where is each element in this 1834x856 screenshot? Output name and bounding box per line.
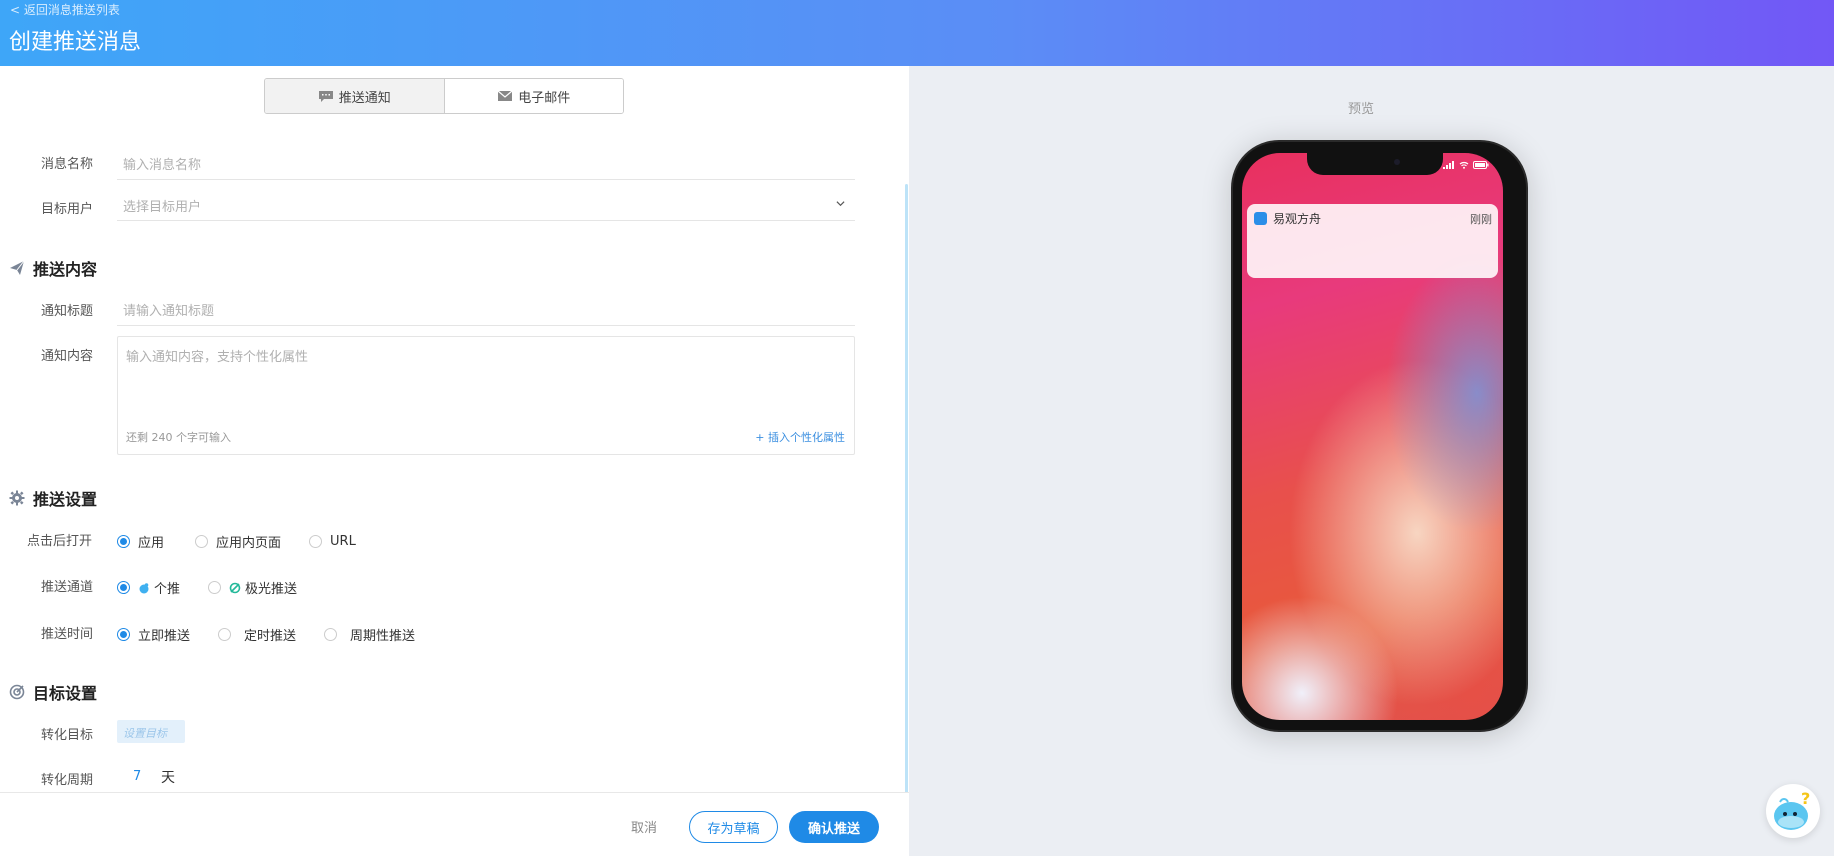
radio-dot[interactable] <box>117 535 130 548</box>
radio-dot[interactable] <box>208 581 222 594</box>
signal-icon <box>1443 161 1454 169</box>
jpush-icon <box>229 582 241 593</box>
target-settings-title: 目标设置 <box>33 684 98 703</box>
wifi-icon <box>1459 161 1469 169</box>
gear-icon <box>9 490 25 506</box>
send-icon <box>10 260 25 275</box>
preview-panel: 预览 易观方舟 刚刚 <box>909 66 1834 856</box>
message-name-label: 消息名称 <box>41 157 94 172</box>
confirm-push-button[interactable]: 确认推送 <box>789 811 879 843</box>
radio-label: 极光推送 <box>245 582 298 597</box>
push-time-label: 推送时间 <box>41 627 94 642</box>
status-bar <box>1443 161 1489 169</box>
radio-time-immediate[interactable]: 立即推送 <box>117 625 190 644</box>
save-draft-button[interactable]: 存为草稿 <box>689 811 778 843</box>
tab-push-notification[interactable]: 推送通知 <box>265 79 444 113</box>
target-users-placeholder: 选择目标用户 <box>123 200 202 215</box>
mail-icon <box>497 90 513 101</box>
form-footer: 取消 存为草稿 确认推送 <box>0 792 909 856</box>
radio-label: 应用内页面 <box>216 536 282 551</box>
radio-channel-jpush[interactable]: 极光推送 <box>208 578 297 597</box>
target-users-label: 目标用户 <box>41 202 94 217</box>
notif-body-label: 通知内容 <box>41 349 94 364</box>
help-assistant-button[interactable]: ? <box>1766 784 1820 838</box>
char-count: 还剩 240 个字可输入 <box>126 431 231 444</box>
getui-icon <box>139 582 149 593</box>
phone-screen: 易观方舟 刚刚 <box>1242 153 1503 720</box>
notif-body-textarea[interactable]: 输入通知内容，支持个性化属性 还剩 240 个字可输入 + 插入个性化属性 <box>117 336 855 455</box>
radio-dot[interactable] <box>309 535 323 548</box>
tab-email-label: 电子邮件 <box>518 90 571 106</box>
page-header: < 返回消息推送列表 创建推送消息 <box>0 0 1834 66</box>
conversion-period-label: 转化周期 <box>41 773 94 788</box>
radio-time-scheduled[interactable]: 定时推送 <box>218 625 296 644</box>
whale-mascot-icon: ? <box>1774 789 1810 830</box>
notif-title-input[interactable]: 请输入通知标题 <box>117 297 855 326</box>
chevron-down-icon <box>836 201 845 207</box>
tab-email[interactable]: 电子邮件 <box>443 79 623 113</box>
radio-dot[interactable] <box>218 628 232 641</box>
message-name-input[interactable]: 输入消息名称 <box>117 150 855 180</box>
radio-open-url[interactable]: URL <box>309 534 356 549</box>
open-after-click-label: 点击后打开 <box>27 534 93 549</box>
radio-open-app[interactable]: 应用 <box>117 532 164 551</box>
back-to-list-link[interactable]: < 返回消息推送列表 <box>10 1 120 18</box>
camera-dot <box>1394 159 1400 165</box>
phone-notch <box>1307 153 1443 175</box>
preview-label: 预览 <box>1347 102 1374 117</box>
radio-label: 个推 <box>154 582 181 597</box>
notif-body-placeholder: 输入通知内容，支持个性化属性 <box>126 350 309 365</box>
conversion-goal-label: 转化目标 <box>41 728 94 743</box>
push-content-heading: 推送内容 <box>9 256 97 280</box>
radio-dot[interactable] <box>117 628 130 641</box>
push-settings-title: 推送设置 <box>33 490 98 509</box>
radio-label: URL <box>330 534 356 549</box>
notification-time: 刚刚 <box>1470 213 1492 226</box>
svg-text:?: ? <box>1801 789 1810 808</box>
app-icon <box>1254 212 1267 225</box>
notification-app-name: 易观方舟 <box>1273 212 1322 226</box>
battery-icon <box>1473 161 1489 169</box>
set-goal-button[interactable]: 设置目标 <box>117 720 185 743</box>
radio-label: 定时推送 <box>244 629 297 644</box>
open-after-click-group: 应用 应用内页面 URL <box>117 532 384 551</box>
push-channel-label: 推送通道 <box>41 580 94 595</box>
form-scrollbar[interactable] <box>905 184 908 806</box>
radio-dot[interactable] <box>117 581 130 594</box>
target-settings-heading: 目标设置 <box>9 680 97 704</box>
conversion-period-unit: 天 <box>161 770 175 786</box>
push-channel-group: 个推 极光推送 <box>117 578 325 597</box>
push-time-group: 立即推送 定时推送 周期性推送 <box>117 625 443 644</box>
conversion-period-input[interactable]: 7 <box>133 769 141 784</box>
radio-channel-getui[interactable]: 个推 <box>117 578 180 597</box>
radio-dot[interactable] <box>195 535 209 548</box>
insert-attribute-link[interactable]: + 插入个性化属性 <box>755 429 845 445</box>
chat-icon <box>318 91 333 102</box>
target-users-select[interactable]: 选择目标用户 <box>117 195 855 221</box>
radio-label: 应用 <box>138 536 165 551</box>
tab-push-notification-label: 推送通知 <box>338 90 391 106</box>
cancel-button[interactable]: 取消 <box>621 811 667 841</box>
notif-title-label: 通知标题 <box>41 304 94 319</box>
notification-card: 易观方舟 刚刚 <box>1247 204 1498 278</box>
radio-label: 立即推送 <box>138 629 191 644</box>
page-title: 创建推送消息 <box>9 30 142 55</box>
radio-time-periodic[interactable]: 周期性推送 <box>324 625 415 644</box>
radio-dot[interactable] <box>324 628 338 641</box>
push-content-title: 推送内容 <box>33 260 98 279</box>
push-settings-heading: 推送设置 <box>9 486 97 510</box>
radio-label: 周期性推送 <box>350 629 416 644</box>
phone-mockup: 易观方舟 刚刚 <box>1231 140 1528 732</box>
channel-tabs: 推送通知 电子邮件 <box>264 78 624 114</box>
radio-open-in-app-page[interactable]: 应用内页面 <box>195 532 281 551</box>
target-icon <box>9 684 25 700</box>
